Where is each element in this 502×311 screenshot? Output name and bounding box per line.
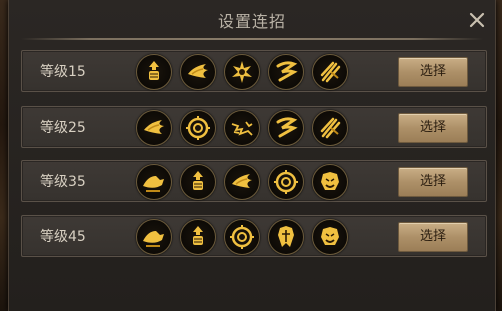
charge-icon[interactable] bbox=[136, 219, 172, 255]
combo-settings-dialog: 设置连招 等级15 选择 等级25 选择 等级35 选择 等级45 选择 bbox=[8, 0, 496, 311]
choose-button[interactable]: 选择 bbox=[398, 167, 468, 197]
combo-row: 等级45 选择 bbox=[21, 215, 487, 257]
level-label: 等级45 bbox=[40, 229, 86, 245]
roar-icon[interactable] bbox=[312, 164, 348, 200]
claw-strike-icon[interactable] bbox=[312, 54, 348, 90]
combo-row: 等级35 选择 bbox=[21, 160, 487, 202]
choose-button[interactable]: 选择 bbox=[398, 57, 468, 87]
vortex-icon[interactable] bbox=[224, 219, 260, 255]
fist-up-icon[interactable] bbox=[180, 164, 216, 200]
level-label: 等级25 bbox=[40, 120, 86, 136]
charge-icon[interactable] bbox=[136, 164, 172, 200]
guard-icon[interactable] bbox=[268, 219, 304, 255]
title-divider bbox=[21, 38, 483, 40]
combo-row: 等级25 选择 bbox=[21, 106, 487, 148]
flame-dash-icon[interactable] bbox=[224, 164, 260, 200]
choose-button[interactable]: 选择 bbox=[398, 222, 468, 252]
flame-dash-icon[interactable] bbox=[180, 54, 216, 90]
vortex-icon[interactable] bbox=[180, 110, 216, 146]
title-bar: 设置连招 bbox=[9, 0, 495, 40]
flame-dash-icon[interactable] bbox=[136, 110, 172, 146]
choose-button[interactable]: 选择 bbox=[398, 113, 468, 143]
double-slash-icon[interactable] bbox=[268, 54, 304, 90]
crack-icon[interactable] bbox=[224, 110, 260, 146]
fist-up-icon[interactable] bbox=[136, 54, 172, 90]
fist-up-icon[interactable] bbox=[180, 219, 216, 255]
dialog-title: 设置连招 bbox=[217, 12, 286, 31]
level-label: 等级15 bbox=[40, 64, 86, 80]
claw-strike-icon[interactable] bbox=[312, 110, 348, 146]
roar-icon[interactable] bbox=[312, 219, 348, 255]
vortex-icon[interactable] bbox=[268, 164, 304, 200]
shatter-icon[interactable] bbox=[224, 54, 260, 90]
double-slash-icon[interactable] bbox=[268, 110, 304, 146]
combo-row: 等级15 选择 bbox=[21, 50, 487, 92]
level-label: 等级35 bbox=[40, 174, 86, 190]
close-icon[interactable] bbox=[467, 10, 487, 30]
